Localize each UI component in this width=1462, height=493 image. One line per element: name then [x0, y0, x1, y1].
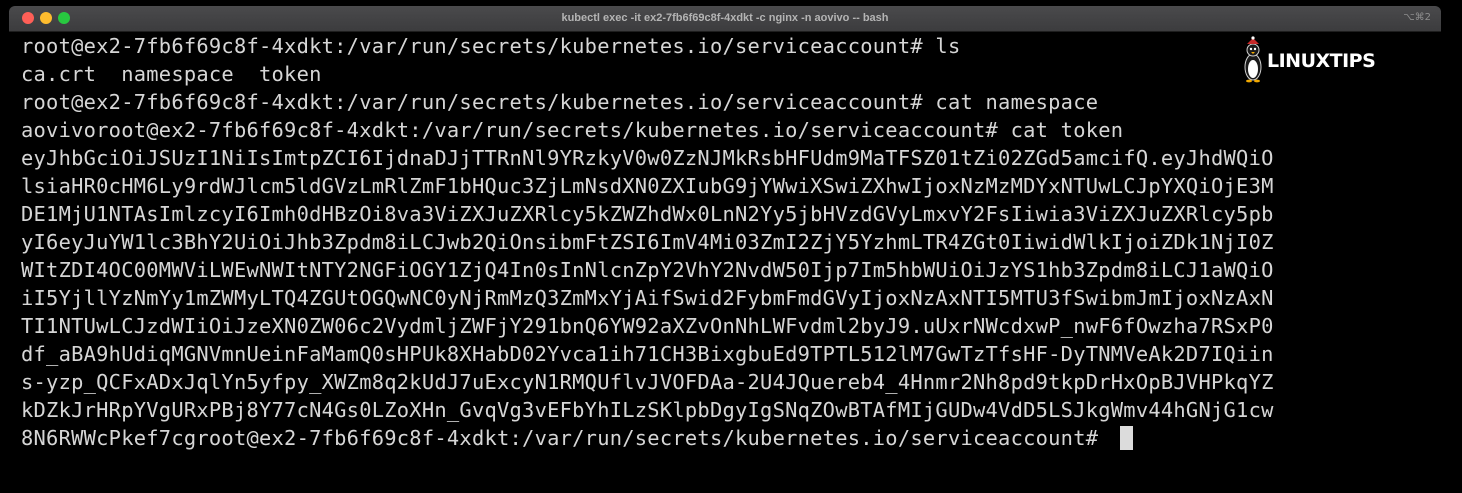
- terminal-line: TI1NTUwLCJzdWIiOiJzeXN0ZW06c2VydmljZWFjY…: [21, 314, 1274, 338]
- logo-text: LINUXTIPS: [1267, 50, 1376, 72]
- terminal-prompt-line[interactable]: 8N6RWWcPkef7cgroot@ex2-7fb6f69c8f-4xdkt:…: [21, 424, 1133, 452]
- terminal-line: DE1MjU1NTAsImlzcyI6Imh0dHBzOi8va3ViZXJuZ…: [21, 202, 1274, 226]
- linuxtips-logo: LINUXTIPS: [1240, 36, 1390, 86]
- terminal-line: root@ex2-7fb6f69c8f-4xdkt:/var/run/secre…: [21, 90, 1099, 114]
- terminal-line: lsiaHR0cHM6Ly9rdWJlcm5ldGVzLmRlZmF1bHQuc…: [21, 174, 1274, 198]
- text-cursor: [1119, 426, 1133, 450]
- terminal-prompt: 8N6RWWcPkef7cgroot@ex2-7fb6f69c8f-4xdkt:…: [21, 426, 1111, 450]
- terminal-line: s-yzp_QCFxADxJqlYn5yfpy_XWZm8q2kUdJ7uExc…: [21, 370, 1274, 394]
- penguin-icon: [1244, 36, 1262, 83]
- terminal-line: WItZDI4OC00MWViLWEwNWItNTY2NGFiOGY1ZjQ4I…: [21, 258, 1274, 282]
- terminal-line: aovivoroot@ex2-7fb6f69c8f-4xdkt:/var/run…: [21, 118, 1124, 142]
- title-bar[interactable]: kubectl exec -it ex2-7fb6f69c8f-4xdkt -c…: [9, 6, 1441, 32]
- terminal-line: kDZkJrHRpYVgURxPBj8Y77cN4Gs0LZoXHn_GvqVg…: [21, 398, 1274, 422]
- terminal-line: root@ex2-7fb6f69c8f-4xdkt:/var/run/secre…: [21, 34, 961, 58]
- terminal-line: eyJhbGciOiJSUzI1NiIsImtpZCI6IjdnaDJjTTRn…: [21, 146, 1274, 170]
- terminal-line: ca.crt namespace token: [21, 62, 322, 86]
- window-title: kubectl exec -it ex2-7fb6f69c8f-4xdkt -c…: [561, 12, 889, 24]
- terminal-line: yI6eyJuYW1lc3BhY2UiOiJhb3Zpdm8iLCJwb2QiO…: [21, 230, 1274, 254]
- terminal-line: iI5YjllYzNmYy1mZWMyLTQ4ZGUtOGQwNC0yNjRmM…: [21, 286, 1274, 310]
- terminal-window: kubectl exec -it ex2-7fb6f69c8f-4xdkt -c…: [0, 0, 1462, 493]
- terminal-line: df_aBA9hUdiqMGNVmnUeinFaMamQ0sHPUk8XHabD…: [21, 342, 1274, 366]
- terminal-output[interactable]: root@ex2-7fb6f69c8f-4xdkt:/var/run/secre…: [9, 32, 1441, 490]
- window-shortcut: ⌥⌘2: [1403, 12, 1431, 23]
